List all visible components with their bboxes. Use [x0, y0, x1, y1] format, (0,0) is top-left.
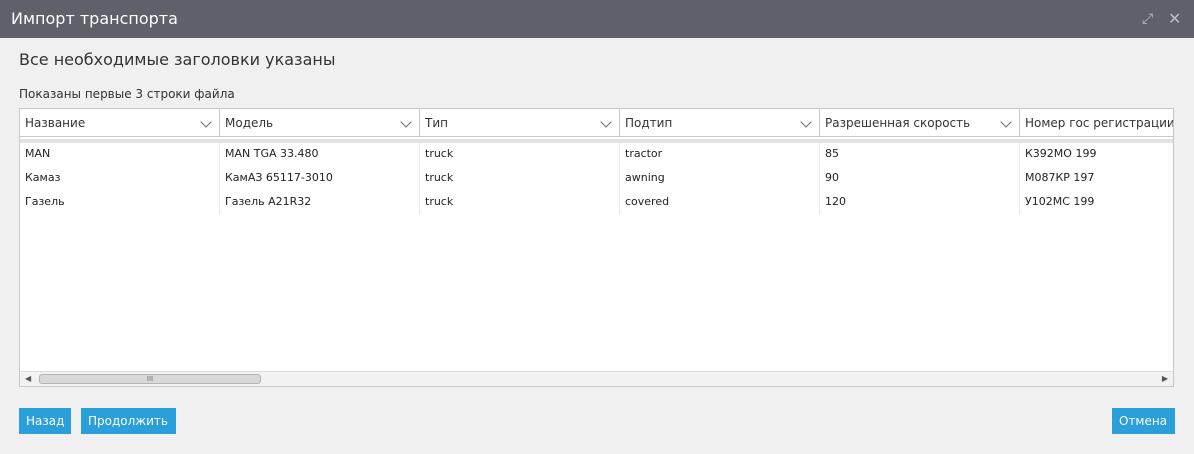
- column-header-label: Подтип: [625, 116, 673, 130]
- scroll-right-icon[interactable]: ▶: [1162, 372, 1168, 386]
- cell-plate: У102МС 199: [1020, 191, 1173, 215]
- chevron-down-icon[interactable]: [800, 116, 812, 128]
- column-header-label: Название: [25, 116, 86, 130]
- close-icon[interactable]: ✕: [1168, 0, 1181, 38]
- status-heading: Все необходимые заголовки указаны: [19, 50, 336, 69]
- scroll-left-icon[interactable]: ◀: [25, 372, 31, 386]
- chevron-down-icon[interactable]: [1000, 116, 1012, 128]
- scrollbar-thumb[interactable]: III: [39, 374, 261, 384]
- preview-table: Название Модель Тип Подтип Разрешенная с…: [19, 108, 1174, 387]
- column-header-speed[interactable]: Разрешенная скорость: [820, 109, 1020, 137]
- cell-plate: М087КР 197: [1020, 167, 1173, 191]
- import-dialog: Импорт транспорта ⤢ ✕ Все необходимые за…: [0, 0, 1194, 454]
- back-button[interactable]: Назад: [19, 408, 71, 434]
- column-header-type[interactable]: Тип: [420, 109, 620, 137]
- cell-type: truck: [420, 167, 620, 191]
- chevron-down-icon[interactable]: [600, 116, 612, 128]
- cell-plate: К392МО 199: [1020, 143, 1173, 167]
- chevron-down-icon[interactable]: [400, 116, 412, 128]
- horizontal-scrollbar[interactable]: ◀ III ▶: [20, 371, 1173, 386]
- cancel-button[interactable]: Отмена: [1112, 408, 1175, 434]
- cell-model: КамАЗ 65117-3010: [220, 167, 420, 191]
- cell-speed: 120: [820, 191, 1020, 215]
- table-body: MAN MAN TGA 33.480 truck tractor 85 К392…: [20, 143, 1173, 215]
- column-header-subtype[interactable]: Подтип: [620, 109, 820, 137]
- maximize-icon[interactable]: ⤢: [1142, 0, 1153, 38]
- title-bar: Импорт транспорта ⤢ ✕: [0, 0, 1194, 38]
- column-header-label: Разрешенная скорость: [825, 116, 971, 130]
- cell-speed: 90: [820, 167, 1020, 191]
- column-header-label: Модель: [225, 116, 274, 130]
- cell-subtype: awning: [620, 167, 820, 191]
- cell-type: truck: [420, 143, 620, 167]
- column-header-model[interactable]: Модель: [220, 109, 420, 137]
- column-header-label: Тип: [425, 116, 448, 130]
- chevron-down-icon[interactable]: [200, 116, 212, 128]
- cell-model: Газель A21R32: [220, 191, 420, 215]
- cell-name: Газель: [20, 191, 220, 215]
- table-row[interactable]: Камаз КамАЗ 65117-3010 truck awning 90 М…: [20, 167, 1173, 191]
- cell-speed: 85: [820, 143, 1020, 167]
- table-row[interactable]: MAN MAN TGA 33.480 truck tractor 85 К392…: [20, 143, 1173, 167]
- column-header-label: Номер гос регистрации: [1025, 116, 1174, 130]
- cell-type: truck: [420, 191, 620, 215]
- preview-caption: Показаны первые 3 строки файла: [19, 87, 235, 101]
- cell-name: MAN: [20, 143, 220, 167]
- continue-button[interactable]: Продолжить: [81, 408, 176, 434]
- cell-subtype: covered: [620, 191, 820, 215]
- cell-model: MAN TGA 33.480: [220, 143, 420, 167]
- table-header: Название Модель Тип Подтип Разрешенная с…: [20, 109, 1174, 138]
- table-row[interactable]: Газель Газель A21R32 truck covered 120 У…: [20, 191, 1173, 215]
- cell-subtype: tractor: [620, 143, 820, 167]
- window-title: Импорт транспорта: [11, 9, 178, 28]
- column-header-name[interactable]: Название: [20, 109, 220, 137]
- cell-name: Камаз: [20, 167, 220, 191]
- grip-icon: III: [146, 375, 154, 383]
- column-header-plate[interactable]: Номер гос регистрации: [1020, 109, 1174, 137]
